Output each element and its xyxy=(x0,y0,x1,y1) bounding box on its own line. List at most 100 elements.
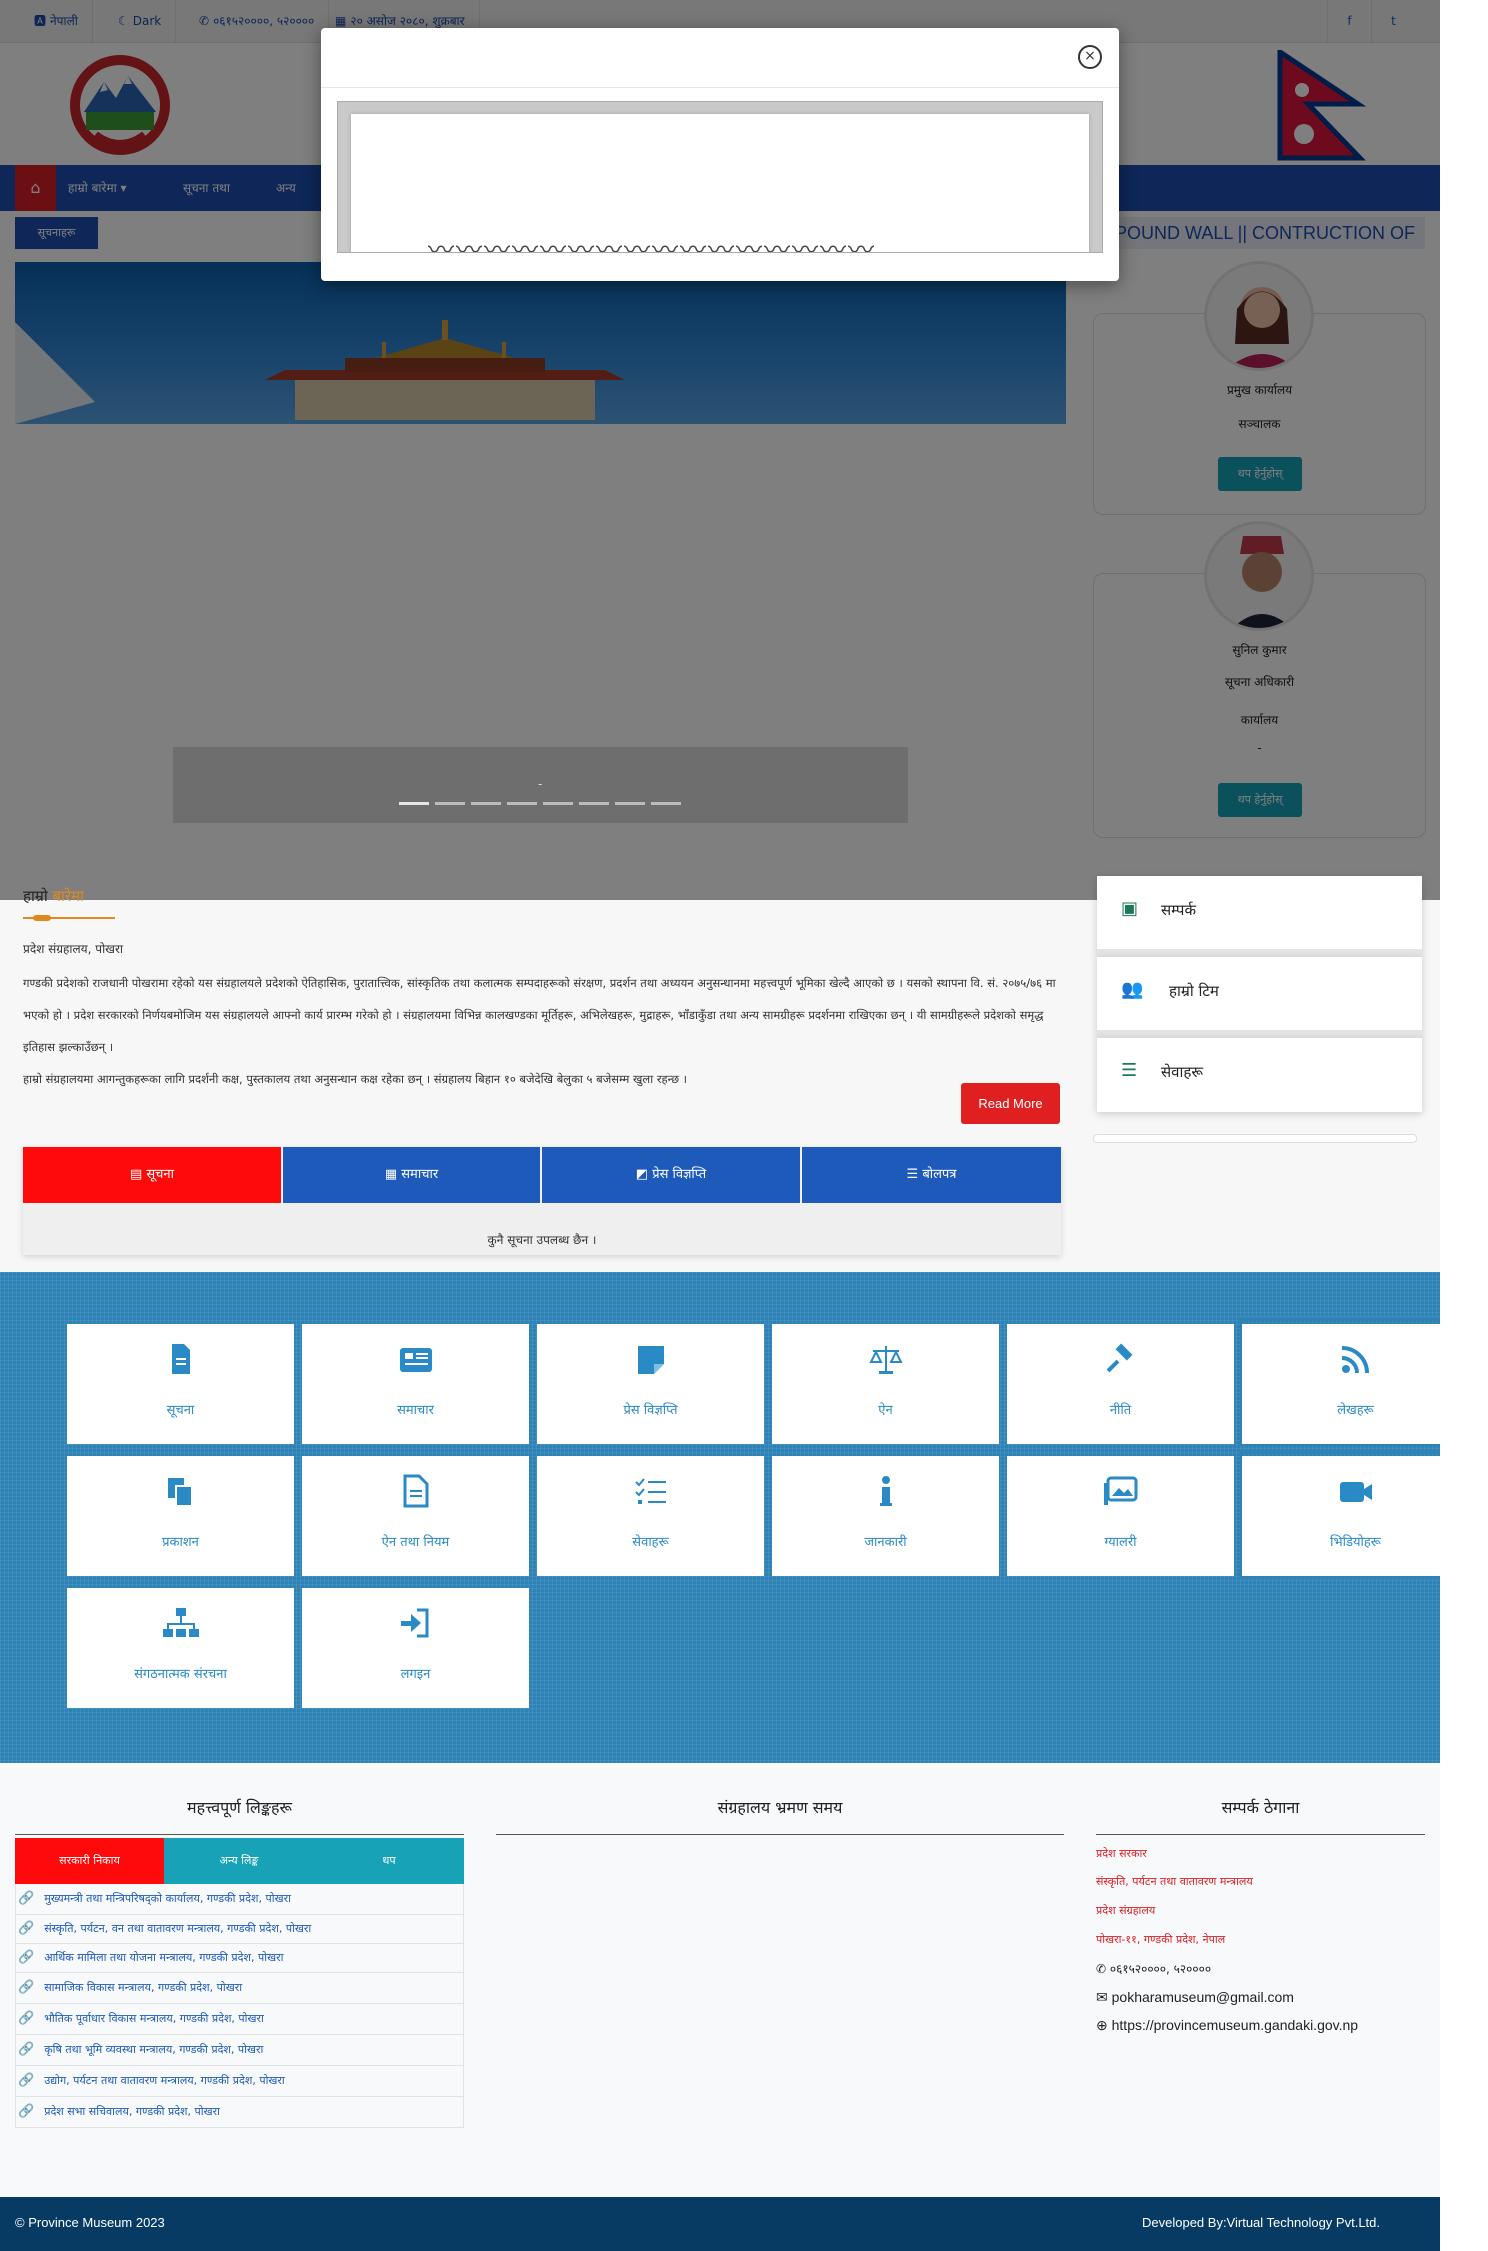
quick-link-label: सूचना xyxy=(166,1403,195,1418)
link-icon: 🔗 xyxy=(18,2042,35,2057)
contact-title: सम्पर्क ठेगाना xyxy=(1221,1798,1300,1817)
phone-icon: ✆ xyxy=(1096,1962,1110,1976)
quick-link-tile[interactable]: संगठनात्मक संरचना xyxy=(67,1588,294,1708)
copy-icon xyxy=(67,1474,294,1508)
quick-link-tile[interactable]: ग्यालरी xyxy=(1007,1456,1234,1576)
list-item[interactable]: 🔗 कृषि तथा भूमि व्यवस्था मन्त्रालय, गण्डक… xyxy=(15,2035,464,2066)
info-icon xyxy=(772,1474,999,1508)
quick-link-tile[interactable]: नीति xyxy=(1007,1324,1234,1444)
link-icon: 🔗 xyxy=(18,1891,35,1906)
login-icon xyxy=(302,1606,529,1640)
developer-credit[interactable]: Developed By:Virtual Technology Pvt.Ltd. xyxy=(1142,2215,1380,2230)
slider-indicator[interactable] xyxy=(399,802,429,805)
list-item[interactable]: 🔗 संस्कृति, पर्यटन, वन तथा वातावरण मन्त्र… xyxy=(15,1915,464,1944)
quick-link-tile[interactable]: भिडियोहरू xyxy=(1242,1456,1469,1576)
quick-link-label: संगठनात्मक संरचना xyxy=(134,1667,227,1682)
tab-more[interactable]: थप xyxy=(314,1838,464,1884)
rss-icon xyxy=(1242,1342,1469,1376)
contact-line-4: पोखरा-११, गण्डकी प्रदेश, नेपाल xyxy=(1096,1933,1226,1946)
side-card-services[interactable]: ☰ सेवाहरू xyxy=(1097,1038,1422,1112)
quick-link-label: भिडियोहरू xyxy=(1330,1535,1381,1550)
side-card-contact[interactable]: ▣ सम्पर्क xyxy=(1097,876,1422,957)
link-icon: 🔗 xyxy=(18,1950,35,1965)
file-icon: ▤ xyxy=(129,1167,147,1182)
side-card-team[interactable]: 👥 हाम्रो टिम xyxy=(1097,957,1422,1038)
tab-tender[interactable]: ☰ बोलपत्र xyxy=(802,1147,1061,1203)
slider-indicator[interactable] xyxy=(615,802,645,805)
quick-link-label: ऐन तथा नियम xyxy=(381,1535,450,1550)
site-footer: © Province Museum 2023 Developed By:Virt… xyxy=(0,2197,1440,2251)
link-icon: 🔗 xyxy=(18,2073,35,2088)
quick-link-label: समाचार xyxy=(397,1403,434,1418)
quick-link-tile[interactable]: लेखहरू xyxy=(1242,1324,1469,1444)
quick-link-tile[interactable]: ऐन xyxy=(772,1324,999,1444)
list-check-icon: ☰ xyxy=(906,1167,923,1182)
link-icon: 🔗 xyxy=(18,2104,35,2119)
globe-icon: ⊕ xyxy=(1096,2017,1112,2033)
document-icon xyxy=(302,1474,529,1508)
tab-news[interactable]: ▦ समाचार xyxy=(283,1147,540,1203)
about-title: हाम्रो बारेमा xyxy=(23,887,84,905)
newspaper-icon xyxy=(302,1342,529,1376)
users-icon: 👥 xyxy=(1121,979,1144,1000)
list-item[interactable]: 🔗 भौतिक पूर्वाधार विकास मन्त्रालय, गण्डकी… xyxy=(15,2004,464,2035)
quick-link-tile[interactable]: लगइन xyxy=(302,1588,529,1708)
contact-email[interactable]: ✉ pokharamuseum@gmail.com xyxy=(1096,1989,1294,2006)
slider-indicator[interactable] xyxy=(651,802,681,805)
modal-document-viewer[interactable]: 〰〰〰〰〰〰〰〰〰〰〰〰〰〰〰〰 xyxy=(337,101,1103,253)
quick-link-tile[interactable]: प्रकाशन xyxy=(67,1456,294,1576)
quick-link-label: नीति xyxy=(1109,1403,1132,1418)
contact-rule xyxy=(1096,1834,1425,1835)
modal-header xyxy=(321,28,1119,88)
tab-other-links[interactable]: अन्य लिङ्क xyxy=(164,1838,314,1884)
quick-link-label: जानकारी xyxy=(864,1535,907,1550)
close-icon[interactable]: × xyxy=(1078,45,1102,69)
list-item[interactable]: 🔗 आर्थिक मामिला तथा योजना मन्त्रालय, गण्ड… xyxy=(15,1944,464,1973)
links-tabs: सरकारी निकाय अन्य लिङ्क थप xyxy=(15,1838,464,1884)
note-icon xyxy=(537,1342,764,1376)
address-book-icon: ▣ xyxy=(1121,898,1139,919)
notice-tabs: ▤ सूचना ▦ समाचार ◩ प्रेस विज्ञप्ति ☰ बोल… xyxy=(23,1147,1061,1255)
slider-indicator[interactable] xyxy=(507,802,537,805)
quick-link-tile[interactable]: समाचार xyxy=(302,1324,529,1444)
quick-link-label: सेवाहरू xyxy=(632,1535,669,1550)
slider-indicator[interactable] xyxy=(471,802,501,805)
slider-indicator[interactable] xyxy=(579,802,609,805)
quick-link-tile[interactable]: प्रेस विज्ञप्ति xyxy=(537,1324,764,1444)
contact-website[interactable]: ⊕ https://provincemuseum.gandaki.gov.np xyxy=(1096,2017,1358,2034)
quick-link-tile[interactable]: सूचना xyxy=(67,1324,294,1444)
tab-notice[interactable]: ▤ सूचना xyxy=(23,1147,281,1203)
slider-indicator[interactable] xyxy=(543,802,573,805)
slider-caption: - xyxy=(173,747,908,823)
newspaper-icon: ▦ xyxy=(384,1167,402,1182)
list-item[interactable]: 🔗 सामाजिक विकास मन्त्रालय, गण्डकी प्रदेश,… xyxy=(15,1973,464,2004)
visit-time-rule xyxy=(496,1834,1064,1835)
about-paragraph-2: हाम्रो संग्रहालयमा आगन्तुकहरूका लागि प्र… xyxy=(23,1072,688,1086)
contact-phone: ✆ ०६१५२००००, ५२०००० xyxy=(1096,1962,1212,1976)
link-icon: 🔗 xyxy=(18,2011,35,2026)
list-item[interactable]: 🔗 प्रदेश सभा सचिवालय, गण्डकी प्रदेश, पोखर… xyxy=(15,2097,464,2128)
read-more-button[interactable]: Read More xyxy=(961,1083,1060,1124)
note-icon: ◩ xyxy=(635,1167,653,1182)
quick-link-tile[interactable]: ऐन तथा नियम xyxy=(302,1456,529,1576)
tab-press-release[interactable]: ◩ प्रेस विज्ञप्ति xyxy=(542,1147,800,1203)
tab-government[interactable]: सरकारी निकाय xyxy=(15,1838,164,1884)
quick-link-label: प्रेस विज्ञप्ति xyxy=(623,1403,678,1418)
image-icon xyxy=(1007,1474,1234,1508)
list-check-icon: ☰ xyxy=(1121,1060,1138,1081)
quick-link-label: लेखहरू xyxy=(1337,1403,1374,1418)
links-title: महत्त्वपूर्ण लिङ्कहरू xyxy=(187,1798,292,1817)
list-item[interactable]: 🔗 मुख्यमन्त्री तथा मन्त्रिपरिषद्को कार्या… xyxy=(15,1884,464,1915)
quick-link-tile[interactable]: जानकारी xyxy=(772,1456,999,1576)
gavel-icon xyxy=(1007,1342,1234,1376)
side-card-label: हाम्रो टिम xyxy=(1169,982,1219,1000)
list-item[interactable]: 🔗 उद्योग, पर्यटन तथा वातावरण मन्त्रालय, ग… xyxy=(15,2066,464,2097)
quick-link-tile[interactable]: सेवाहरू xyxy=(537,1456,764,1576)
popup-modal: × 〰〰〰〰〰〰〰〰〰〰〰〰〰〰〰〰 xyxy=(321,28,1119,281)
quick-link-label: लगइन xyxy=(400,1667,431,1682)
link-icon: 🔗 xyxy=(18,1980,35,1995)
title-underline-accent xyxy=(33,915,51,921)
envelope-icon: ✉ xyxy=(1096,1989,1112,2005)
quick-link-label: ऐन xyxy=(878,1403,893,1418)
slider-indicator[interactable] xyxy=(435,802,465,805)
